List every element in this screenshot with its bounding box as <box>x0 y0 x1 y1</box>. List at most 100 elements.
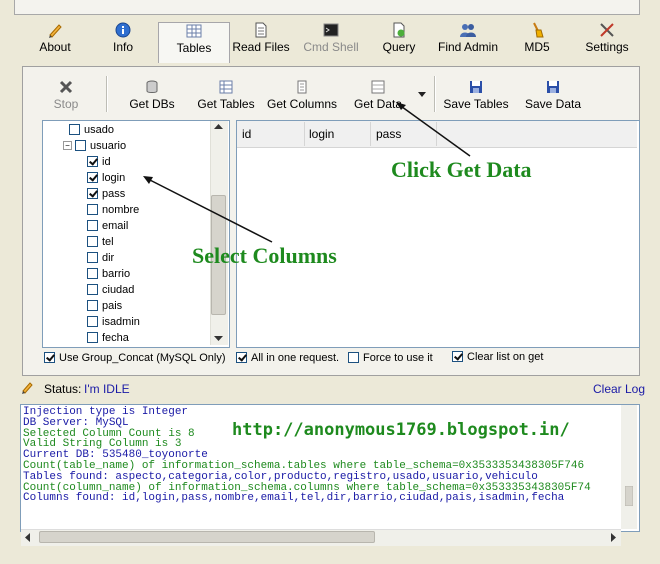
tree-node-usado[interactable]: usado <box>69 122 114 138</box>
scroll-up-icon[interactable] <box>214 124 223 130</box>
grid-col-pass[interactable]: pass <box>376 127 401 141</box>
collapse-minus-icon[interactable]: − <box>63 141 72 150</box>
tools-icon <box>600 23 614 37</box>
tree-column-pais[interactable]: pais <box>87 298 122 314</box>
tab-md5-label: MD5 <box>524 40 550 54</box>
column-checkbox[interactable] <box>87 188 98 199</box>
tab-about[interactable]: About <box>20 22 90 60</box>
get-data-button[interactable]: Get Data <box>350 80 406 111</box>
get-columns-button[interactable]: Get Columns <box>264 80 340 111</box>
column-checkbox[interactable] <box>87 204 98 215</box>
get-columns-label: Get Columns <box>266 97 338 111</box>
tree-column-tel[interactable]: tel <box>87 234 114 250</box>
tree-node-usuario[interactable]: − usuario <box>63 138 126 154</box>
get-dbs-button[interactable]: Get DBs <box>124 80 180 111</box>
document-icon <box>255 22 267 38</box>
column-checkbox[interactable] <box>87 172 98 183</box>
scroll-right-icon[interactable] <box>611 533 617 542</box>
checkbox-box[interactable] <box>452 351 463 362</box>
tree-column-label: email <box>102 220 129 232</box>
data-grid-icon <box>371 80 385 94</box>
group-concat-label: Use Group_Concat (MySQL Only) <box>59 352 226 364</box>
clear-list-checkbox[interactable]: Clear list on get <box>452 351 543 363</box>
tree-checkbox[interactable] <box>75 140 86 151</box>
tree-column-dir[interactable]: dir <box>87 250 114 266</box>
log-horizontal-thumb[interactable] <box>39 531 375 543</box>
checkbox-box[interactable] <box>236 352 247 363</box>
tree-checkbox[interactable] <box>69 124 80 135</box>
floppy-disk-icon <box>547 81 559 93</box>
tree-column-label: tel <box>102 236 114 248</box>
all-in-one-checkbox[interactable]: All in one request. <box>236 352 339 364</box>
grid-col-login[interactable]: login <box>309 127 334 141</box>
tab-read-files[interactable]: Read Files <box>226 22 296 60</box>
column-checkbox[interactable] <box>87 236 98 247</box>
tab-settings-label: Settings <box>585 40 629 54</box>
tab-query-label: Query <box>382 40 416 54</box>
force-label: Force to use it <box>363 352 433 364</box>
column-checkbox[interactable] <box>87 252 98 263</box>
table-icon <box>219 80 233 94</box>
column-checkbox[interactable] <box>87 332 98 343</box>
tab-md5[interactable]: MD5 <box>502 22 572 60</box>
log-vertical-scrollbar[interactable] <box>621 405 637 529</box>
tab-cmd-shell[interactable]: Cmd Shell <box>296 22 366 60</box>
checkbox-box[interactable] <box>44 352 55 363</box>
column-checkbox[interactable] <box>87 156 98 167</box>
annotation-select-columns: Select Columns <box>192 243 337 268</box>
tree-column-label: login <box>102 172 126 184</box>
clear-log-link[interactable]: Clear Log <box>593 382 645 396</box>
column-checkbox[interactable] <box>87 268 98 279</box>
get-dbs-label: Get DBs <box>129 97 175 111</box>
column-checkbox[interactable] <box>87 284 98 295</box>
column-checkbox[interactable] <box>87 300 98 311</box>
tree-column-email[interactable]: email <box>87 218 128 234</box>
column-checkbox[interactable] <box>87 220 98 231</box>
schema-tree[interactable]: usado − usuario id login pass nombre email tel… <box>42 120 230 348</box>
tree-column-fecha[interactable]: fecha <box>87 330 129 346</box>
tree-column-id[interactable]: id <box>87 154 111 170</box>
tree-column-barrio[interactable]: barrio <box>87 266 130 282</box>
scroll-down-icon[interactable] <box>214 336 223 342</box>
tab-info[interactable]: Info <box>88 22 158 60</box>
group-concat-checkbox[interactable]: Use Group_Concat (MySQL Only) <box>44 352 225 364</box>
tab-find-admin[interactable]: Find Admin <box>432 22 504 60</box>
stop-button[interactable]: Stop <box>44 80 88 111</box>
tree-column-label: id <box>102 156 111 168</box>
tab-query[interactable]: Query <box>364 22 434 60</box>
tree-column-login[interactable]: login <box>87 170 125 186</box>
tab-settings[interactable]: Settings <box>572 22 642 60</box>
grid-header-divider <box>304 122 305 146</box>
grid-header-divider <box>370 122 371 146</box>
log-scroll-thumb[interactable] <box>625 486 633 506</box>
database-icon <box>146 80 158 93</box>
tab-tables[interactable]: Tables <box>158 22 230 63</box>
scroll-left-icon[interactable] <box>25 533 31 542</box>
stop-x-icon <box>59 80 73 94</box>
checkbox-box[interactable] <box>348 352 359 363</box>
tree-column-isadmin[interactable]: isadmin <box>87 314 140 330</box>
get-tables-button[interactable]: Get Tables <box>194 80 258 111</box>
tree-column-nombre[interactable]: nombre <box>87 202 139 218</box>
floppy-disk-icon <box>470 81 482 93</box>
get-data-dropdown-icon[interactable] <box>418 92 426 98</box>
tree-column-pass[interactable]: pass <box>87 186 125 202</box>
force-checkbox[interactable]: Force to use it <box>348 352 433 364</box>
tab-tables-label: Tables <box>176 41 212 55</box>
save-data-button[interactable]: Save Data <box>522 80 584 111</box>
data-grid[interactable] <box>236 120 640 348</box>
column-checkbox[interactable] <box>87 316 98 327</box>
save-data-label: Save Data <box>524 97 582 111</box>
all-in-one-label: All in one request. <box>251 352 340 364</box>
grid-col-id[interactable]: id <box>242 127 251 141</box>
status-value: I'm IDLE <box>84 382 130 396</box>
columns-icon <box>297 80 307 94</box>
tree-column-label: ciudad <box>102 284 135 296</box>
tab-read-files-label: Read Files <box>232 40 290 54</box>
tab-cmd-shell-label: Cmd Shell <box>303 40 359 54</box>
tree-column-ciudad[interactable]: ciudad <box>87 282 134 298</box>
save-tables-button[interactable]: Save Tables <box>442 80 510 111</box>
tree-column-label: dir <box>102 252 115 264</box>
terminal-icon <box>323 23 339 37</box>
table-icon <box>186 24 202 38</box>
